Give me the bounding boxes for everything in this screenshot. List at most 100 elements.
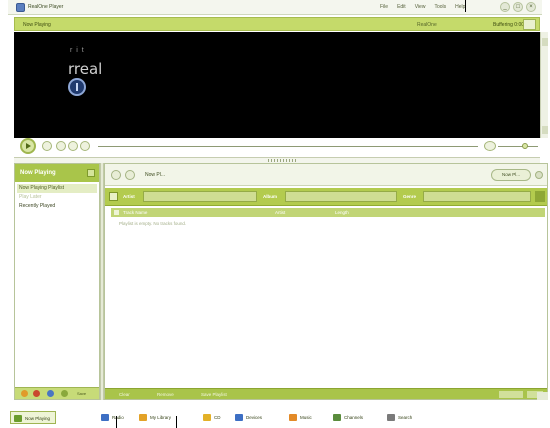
now-playing-source: RealOne	[417, 22, 437, 28]
tab-label: CD	[214, 415, 221, 420]
tab-label: Devices	[246, 415, 263, 420]
minimize-button[interactable]: _	[500, 2, 510, 12]
next-button[interactable]	[68, 141, 78, 151]
menu-view[interactable]: View	[415, 4, 426, 10]
pane-close-icon[interactable]	[535, 171, 543, 179]
sidebar-item-now-playing[interactable]: Now Playing Playlist	[17, 184, 97, 193]
column-artist[interactable]: Artist	[275, 210, 285, 215]
marker-bottom-right	[176, 416, 177, 428]
cd-icon	[203, 414, 211, 421]
now-playing-icon	[14, 415, 22, 422]
pane-toolbar: Now Pl... Now Pl...	[105, 164, 547, 186]
column-header: Track Name Artist Length	[111, 208, 545, 217]
menu-bar: File Edit View Tools Help	[380, 4, 465, 10]
status-pill[interactable]	[499, 391, 523, 398]
pane-status-bar: Clear Remove Save Playlist	[105, 388, 547, 399]
video-text-small: r i t	[70, 47, 85, 54]
tab-my-library[interactable]: My Library	[136, 411, 192, 424]
display-mode-icon[interactable]	[523, 19, 536, 30]
play-button[interactable]	[20, 138, 36, 154]
album-filter-input[interactable]	[285, 191, 397, 202]
filter-bar: Artist Album Genre	[105, 188, 547, 206]
menu-help[interactable]: Help	[455, 4, 465, 10]
remove-button[interactable]: Remove	[157, 392, 174, 397]
add-icon[interactable]	[21, 390, 28, 397]
menu-tools[interactable]: Tools	[434, 4, 446, 10]
scroll-up-icon[interactable]	[542, 38, 548, 46]
tab-channels[interactable]: Channels	[330, 411, 380, 424]
video-area[interactable]: r i t rreal	[14, 32, 540, 138]
sidebar-footer: Save	[15, 387, 99, 399]
player-window: RealOne Player File Edit View Tools Help…	[0, 0, 550, 428]
app-title: RealOne Player	[28, 4, 64, 10]
now-playing-strip: Now Playing RealOne Buffering 0:00	[14, 17, 540, 31]
menu-edit[interactable]: Edit	[397, 4, 406, 10]
realone-logo-icon	[68, 78, 86, 96]
video-text-logo: rreal	[68, 60, 103, 78]
close-button[interactable]: ×	[526, 2, 536, 12]
tab-label: Music	[300, 415, 312, 420]
tab-label: My Library	[150, 415, 172, 420]
filter-go-button[interactable]	[535, 191, 545, 202]
sidebar-close-icon[interactable]	[87, 169, 95, 177]
playlist-sidebar: Now Playing Now Playing Playlist Play La…	[14, 163, 100, 400]
channels-icon	[333, 414, 341, 421]
rewind-button[interactable]	[80, 141, 90, 151]
options-icon[interactable]	[61, 390, 68, 397]
column-track-name[interactable]: Track Name	[123, 210, 147, 215]
marker-top	[465, 0, 466, 12]
maximize-button[interactable]: □	[513, 2, 523, 12]
filter-label-genre: Genre	[403, 194, 417, 199]
sidebar-item-play-later[interactable]: Play Later	[17, 193, 97, 202]
artist-filter-input[interactable]	[143, 191, 257, 202]
tab-devices[interactable]: Devices	[232, 411, 278, 424]
tab-label: Now Playing	[25, 416, 51, 421]
divider-grip[interactable]	[268, 159, 298, 162]
mute-button[interactable]	[484, 141, 496, 151]
filter-label-album: Album	[263, 194, 277, 199]
filter-icon	[109, 192, 118, 201]
tab-now-playing[interactable]: Now Playing	[10, 411, 56, 424]
now-playing-status: Buffering 0:00	[493, 22, 525, 28]
transport-controls	[14, 138, 548, 154]
tab-label: Search	[398, 415, 413, 420]
stop-button[interactable]	[42, 141, 52, 151]
volume-knob[interactable]	[522, 143, 528, 149]
filter-label-artist: Artist	[123, 194, 135, 199]
resize-grip[interactable]	[537, 392, 548, 400]
position-slider[interactable]	[98, 146, 478, 147]
video-scrollbar[interactable]	[540, 32, 548, 138]
scroll-down-icon[interactable]	[542, 126, 548, 134]
tab-music[interactable]: Music	[286, 411, 326, 424]
window-controls: _ □ ×	[500, 2, 536, 12]
previous-button[interactable]	[56, 141, 66, 151]
info-icon[interactable]	[47, 390, 54, 397]
tab-search[interactable]: Search	[384, 411, 430, 424]
save-playlist-button[interactable]: Save Playlist	[201, 392, 227, 397]
tab-radio[interactable]: Radio	[98, 411, 132, 424]
select-all-checkbox[interactable]	[114, 210, 119, 215]
back-icon[interactable]	[111, 170, 121, 180]
sidebar-header: Now Playing	[15, 164, 99, 182]
tab-label: Channels	[344, 415, 364, 420]
volume-slider[interactable]	[498, 146, 538, 147]
clear-button[interactable]: Clear	[119, 392, 130, 397]
tab-label: Radio	[112, 415, 124, 420]
forward-icon[interactable]	[125, 170, 135, 180]
menu-file[interactable]: File	[380, 4, 388, 10]
search-icon	[387, 414, 395, 421]
radio-icon	[101, 414, 109, 421]
remove-icon[interactable]	[33, 390, 40, 397]
bottom-tabs: Now Playing Radio My Library CD Devices …	[10, 409, 548, 426]
now-playing-button[interactable]: Now Pl...	[491, 169, 531, 181]
devices-icon	[235, 414, 243, 421]
playlist-pane: Now Pl... Now Pl... Artist Album Genre T…	[104, 163, 548, 400]
genre-filter-input[interactable]	[423, 191, 531, 202]
tab-cd[interactable]: CD	[200, 411, 228, 424]
sidebar-save-label[interactable]: Save	[77, 391, 86, 396]
library-icon	[139, 414, 147, 421]
sidebar-item-recently-played[interactable]: Recently Played	[17, 202, 97, 211]
column-length[interactable]: Length	[335, 210, 349, 215]
sidebar-title: Now Playing	[20, 170, 56, 176]
empty-playlist-message: Playlist is empty. No tracks found.	[119, 221, 187, 226]
